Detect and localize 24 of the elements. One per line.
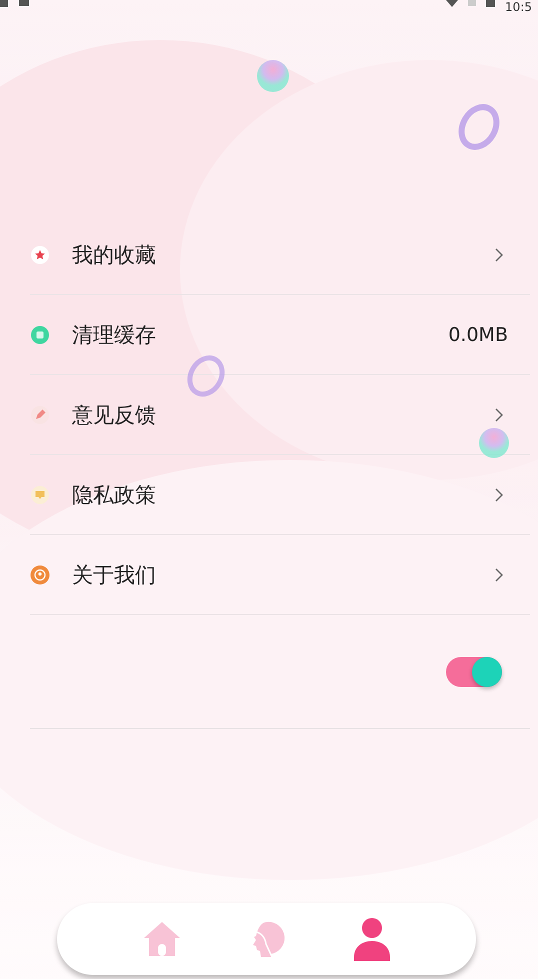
user-icon — [352, 917, 390, 961]
bubble-decoration — [255, 58, 291, 94]
menu-label: 隐私政策 — [72, 482, 157, 508]
menu-item[interactable]: 隐私政策 — [30, 455, 530, 535]
notification-icon — [0, 0, 8, 7]
ring-decoration — [457, 102, 501, 152]
menu-item[interactable]: 关于我们 — [30, 535, 530, 615]
nav-tab[interactable] — [352, 917, 390, 961]
pen-icon — [30, 404, 50, 424]
menu-item[interactable]: 清理缓存 0.0MB — [30, 295, 530, 375]
bubble-decoration — [477, 425, 511, 461]
menu-label: 关于我们 — [72, 562, 157, 588]
menu-label: 我的收藏 — [72, 242, 157, 268]
menu-label: 意见反馈 — [72, 402, 157, 428]
wifi-icon — [446, 0, 458, 7]
message-icon — [30, 484, 50, 504]
cache-size: 0.0MB — [448, 324, 508, 346]
notification-icon — [19, 0, 29, 6]
menu-item[interactable]: 我的收藏 — [30, 215, 530, 295]
menu-label: 清理缓存 — [72, 322, 157, 348]
status-time: 10:5 — [505, 0, 532, 14]
home-icon — [142, 921, 180, 957]
nav-tab[interactable] — [142, 921, 180, 957]
cleaner-icon — [30, 324, 50, 344]
